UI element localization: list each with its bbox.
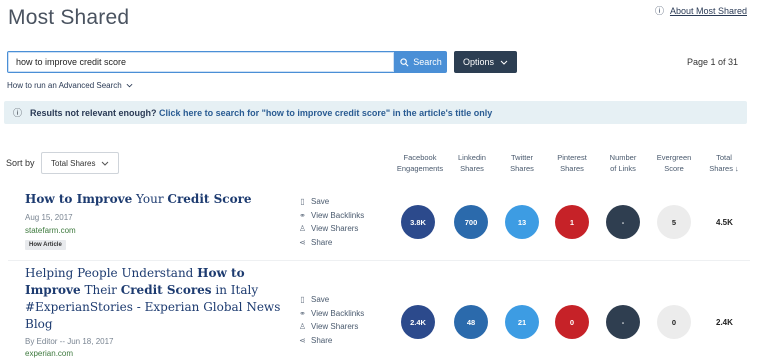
evergreen-score-badge: 5: [657, 205, 691, 239]
facebook-engagements-badge: 3.8K: [401, 205, 435, 239]
page-indicator: Page 1 of 31: [686, 57, 738, 67]
save-button[interactable]: ▯ Save: [298, 195, 364, 209]
pinterest-shares-badge: 1: [555, 205, 589, 239]
user-icon: ♙: [298, 322, 307, 332]
user-icon: ♙: [298, 224, 307, 234]
result-actions: ▯ Save ⚭ View Backlinks ♙ View Sharers ⋖ Sha…: [298, 195, 364, 249]
result-title[interactable]: How to Improve Your Credit Score: [25, 191, 295, 208]
about-link-label: About Most Shared: [669, 5, 747, 16]
view-sharers-button[interactable]: ♙ View Sharers: [298, 320, 364, 334]
result-tag: How Article: [25, 240, 66, 250]
column-header-facebook[interactable]: Facebook Engagements: [394, 152, 446, 174]
chevron-down-icon: [126, 83, 133, 88]
column-header-total[interactable]: Total Shares ↓: [700, 152, 748, 174]
twitter-shares-badge: 21: [505, 305, 539, 339]
advanced-search-toggle[interactable]: How to run an Advanced Search: [7, 81, 133, 90]
share-button[interactable]: ⋖ Share: [298, 334, 364, 348]
sort-label: Sort by: [6, 158, 35, 168]
view-backlinks-button[interactable]: ⚭ View Backlinks: [298, 307, 364, 321]
view-sharers-button[interactable]: ♙ View Sharers: [298, 222, 364, 236]
options-button-label: Options: [462, 57, 495, 67]
title-only-search-link[interactable]: Click here to search for "how to improve…: [159, 108, 492, 118]
result-domain[interactable]: statefarm.com: [25, 226, 76, 235]
advanced-search-label: How to run an Advanced Search: [7, 81, 122, 90]
bookmark-icon: ▯: [300, 197, 305, 207]
relevance-lead: Results not relevant enough?: [30, 107, 157, 118]
share-icon: ⋖: [299, 335, 306, 345]
search-input[interactable]: [7, 51, 395, 73]
total-shares: 4.5K: [716, 218, 733, 227]
column-header-linkedin[interactable]: Linkedin Shares: [448, 152, 496, 174]
column-header-pinterest[interactable]: Pinterest Shares: [548, 152, 596, 174]
column-header-twitter[interactable]: Twitter Shares: [498, 152, 546, 174]
info-icon: ⓘ: [654, 6, 664, 16]
result-actions: ▯ Save ⚭ View Backlinks ♙ View Sharers ⋖ Sha…: [298, 293, 364, 347]
bookmark-icon: ▯: [300, 295, 305, 305]
share-icon: ⋖: [299, 237, 306, 247]
view-backlinks-button[interactable]: ⚭ View Backlinks: [298, 209, 364, 223]
search-bar: Search Options: [7, 51, 517, 73]
links-count-badge[interactable]: -: [606, 205, 640, 239]
sort-select[interactable]: Total Shares: [41, 152, 119, 174]
save-button[interactable]: ▯ Save: [298, 293, 364, 307]
links-count-badge[interactable]: -: [606, 305, 640, 339]
page-title: Most Shared: [8, 6, 130, 29]
total-shares: 2.4K: [716, 318, 733, 327]
info-icon: ⓘ: [13, 108, 23, 118]
result-date: Aug 15, 2017: [25, 213, 73, 222]
search-button[interactable]: Search: [395, 51, 447, 73]
search-icon: [400, 57, 409, 66]
result-divider: [8, 260, 750, 261]
result-title[interactable]: Helping People Understand How to Improve…: [25, 265, 290, 333]
chevron-down-icon: [500, 60, 508, 65]
column-header-evergreen[interactable]: Evergreen Score: [650, 152, 698, 174]
share-button[interactable]: ⋖ Share: [298, 236, 364, 250]
column-header-links[interactable]: Number of Links: [599, 152, 647, 174]
relevance-banner: ⓘ Results not relevant enough? Click her…: [4, 101, 747, 124]
about-most-shared-link[interactable]: ⓘ About Most Shared: [655, 4, 747, 17]
options-button[interactable]: Options: [454, 51, 517, 73]
link-icon: ⚭: [299, 308, 306, 318]
evergreen-score-badge: 0: [657, 305, 691, 339]
result-domain[interactable]: experian.com: [25, 349, 73, 358]
twitter-shares-badge: 13: [505, 205, 539, 239]
link-icon: ⚭: [299, 210, 306, 220]
search-button-label: Search: [413, 57, 442, 67]
pinterest-shares-badge: 0: [555, 305, 589, 339]
chevron-down-icon: [102, 161, 109, 166]
result-author-date: By Editor -- Jun 18, 2017: [25, 337, 114, 346]
facebook-engagements-badge: 2.4K: [401, 305, 435, 339]
linkedin-shares-badge: 700: [454, 205, 488, 239]
linkedin-shares-badge: 48: [454, 305, 488, 339]
sort-selected-value: Total Shares: [51, 158, 96, 168]
